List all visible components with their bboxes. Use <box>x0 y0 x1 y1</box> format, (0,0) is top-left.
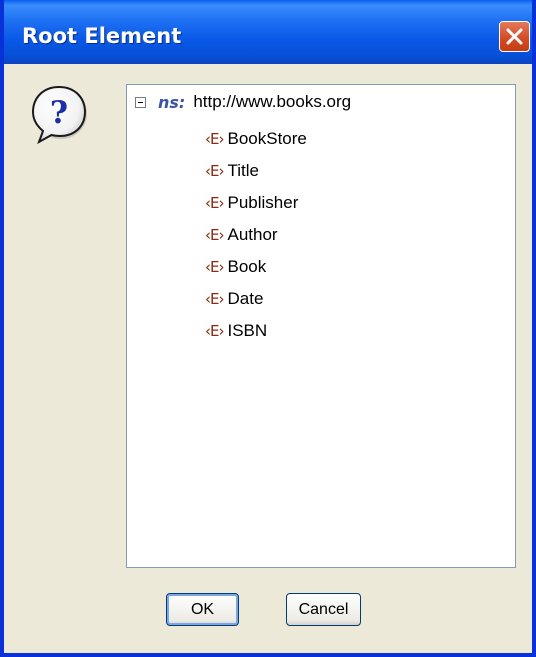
ok-button[interactable]: OK <box>166 593 239 626</box>
cancel-button[interactable]: Cancel <box>286 593 361 626</box>
xml-element-icon: ‹E› <box>205 258 225 276</box>
svg-text:?: ? <box>50 95 68 131</box>
element-label: BookStore <box>227 129 307 148</box>
element-label: Date <box>227 289 264 308</box>
tree-node-element[interactable]: ‹E› Book <box>205 251 307 283</box>
title-bar[interactable]: Root Element <box>4 0 532 64</box>
xml-element-icon: ‹E› <box>205 130 225 148</box>
window-title: Root Element <box>22 24 182 48</box>
collapse-minus-icon[interactable] <box>135 96 146 108</box>
tree-node-element[interactable]: ‹E› Title <box>205 155 307 187</box>
namespace-uri: http://www.books.org <box>193 92 352 111</box>
element-label: Book <box>227 257 267 276</box>
xml-element-icon: ‹E› <box>205 194 225 212</box>
close-button[interactable] <box>499 21 530 52</box>
xml-element-icon: ‹E› <box>205 162 225 180</box>
namespace-tree[interactable]: ns: http://www.books.org ‹E› BookStore ‹E›… <box>126 84 516 568</box>
element-label: Publisher <box>227 193 299 212</box>
xml-element-icon: ‹E› <box>205 290 225 308</box>
element-label: Author <box>227 225 278 244</box>
tree-node-element[interactable]: ‹E› Date <box>205 283 307 315</box>
tree-node-element[interactable]: ‹E› BookStore <box>205 123 307 155</box>
element-label: ISBN <box>227 321 268 340</box>
tree-node-namespace[interactable]: ns: http://www.books.org <box>135 91 351 113</box>
tree-node-element[interactable]: ‹E› Publisher <box>205 187 307 219</box>
dialog-window: Root Element ? ns: http://www.books.org … <box>0 0 536 657</box>
namespace-prefix: ns: <box>158 92 186 112</box>
element-list: ‹E› BookStore ‹E› Title ‹E› Publisher ‹E› Autho… <box>205 123 307 347</box>
question-mark-balloon-icon: ? <box>31 85 87 145</box>
xml-element-icon: ‹E› <box>205 322 225 340</box>
element-label: Title <box>227 161 259 180</box>
xml-element-icon: ‹E› <box>205 226 225 244</box>
tree-node-element[interactable]: ‹E› ISBN <box>205 315 307 347</box>
tree-node-element[interactable]: ‹E› Author <box>205 219 307 251</box>
close-icon <box>506 28 523 45</box>
